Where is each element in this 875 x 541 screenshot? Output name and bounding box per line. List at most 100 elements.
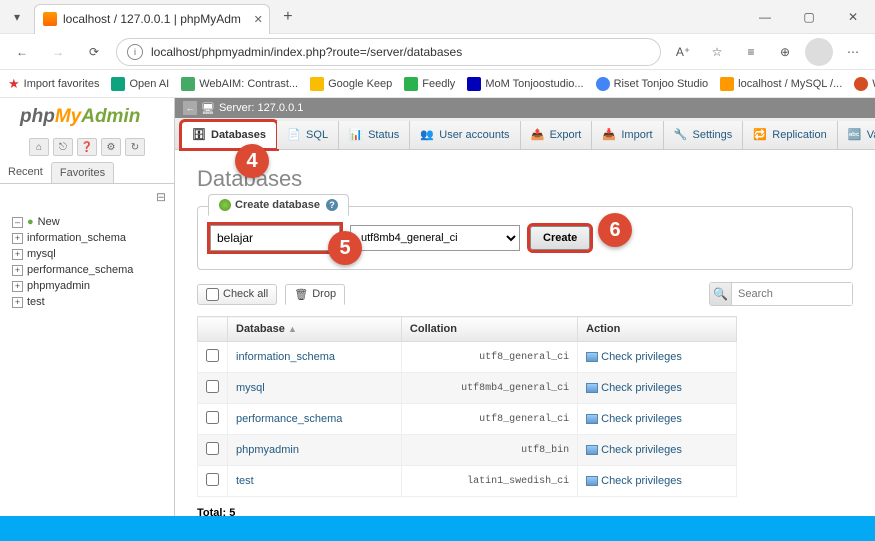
row-checkbox[interactable] — [206, 349, 219, 362]
phpmyadmin-logo: phpMyAdmin — [0, 102, 174, 134]
tab-import[interactable]: 📥Import — [592, 121, 663, 149]
collation-select[interactable]: utf8mb4_general_ci — [350, 225, 520, 251]
tree-db[interactable]: +mysql — [4, 246, 170, 262]
bookmark-item[interactable]: localhost / MySQL /... — [720, 77, 842, 91]
collapse-all-icon[interactable]: ⊟ — [156, 190, 166, 204]
tab-databases[interactable]: 🗄Databases — [181, 121, 277, 149]
expand-icon[interactable]: + — [12, 281, 23, 292]
filter-input[interactable] — [732, 283, 852, 305]
tab-title: localhost / 127.0.0.1 | phpMyAdm — [63, 12, 241, 26]
read-aloud-icon[interactable]: A⁺ — [669, 38, 697, 66]
check-all-checkbox[interactable] — [206, 288, 219, 301]
tree-db[interactable]: +test — [4, 294, 170, 310]
favicon-icon — [720, 77, 734, 91]
favicon-icon — [854, 77, 868, 91]
favorite-icon[interactable]: ☆ — [703, 38, 731, 66]
create-database-legend: Create database ? — [208, 194, 349, 216]
tab-user-accounts[interactable]: 👥User accounts — [410, 121, 520, 149]
collections-icon[interactable]: ⊕ — [771, 38, 799, 66]
settings-icon[interactable]: ⚙ — [101, 138, 121, 156]
db-link[interactable]: mysql — [236, 382, 265, 394]
bookmark-import[interactable]: ★Import favorites — [8, 76, 99, 92]
privileges-icon — [586, 445, 598, 455]
main-area: ← 🖥 Server: 127.0.0.1 🗄Databases 📄SQL 📊S… — [175, 98, 875, 541]
help-icon[interactable]: ? — [326, 199, 338, 211]
create-button[interactable]: Create — [530, 226, 590, 250]
check-privileges-link[interactable]: Check privileges — [601, 475, 682, 487]
tree-new[interactable]: –●New — [4, 214, 170, 230]
check-privileges-link[interactable]: Check privileges — [601, 444, 682, 456]
browser-toolbar: ← → ⟳ i localhost/phpmyadmin/index.php?r… — [0, 34, 875, 70]
row-checkbox[interactable] — [206, 380, 219, 393]
tree-db[interactable]: +phpmyadmin — [4, 278, 170, 294]
database-name-input[interactable] — [210, 225, 340, 251]
address-bar[interactable]: i localhost/phpmyadmin/index.php?route=/… — [116, 38, 661, 66]
drop-button[interactable]: 🗑Drop — [285, 284, 345, 305]
row-checkbox[interactable] — [206, 473, 219, 486]
more-menu-icon[interactable]: ⋯ — [839, 38, 867, 66]
tab-status[interactable]: 📊Status — [339, 121, 410, 149]
table-row: phpmyadmin utf8_bin Check privileges — [198, 435, 737, 466]
col-database[interactable]: Database ▲ — [228, 317, 402, 342]
minimize-button[interactable]: — — [743, 0, 787, 34]
expand-icon[interactable]: + — [12, 297, 23, 308]
favorites-bar-icon[interactable]: ≡ — [737, 38, 765, 66]
favicon-icon — [596, 77, 610, 91]
phpmyadmin-sidebar: phpMyAdmin ⌂ ⎋ ❓ ⚙ ↻ Recent Favorites ⊟ … — [0, 98, 175, 541]
bookmark-item[interactable]: WP Admin — [854, 77, 875, 91]
bookmark-item[interactable]: Google Keep — [310, 77, 392, 91]
collapse-panel-icon[interactable]: ← — [183, 101, 197, 115]
bookmark-item[interactable]: Open AI — [111, 77, 169, 91]
check-all-button[interactable]: Check all — [197, 284, 277, 305]
app-menu-icon[interactable]: ▾ — [0, 0, 34, 34]
annotation-badge-4: 4 — [235, 144, 269, 178]
tab-export[interactable]: 📤Export — [521, 121, 593, 149]
reload-nav-icon[interactable]: ↻ — [125, 138, 145, 156]
reload-button[interactable]: ⟳ — [80, 38, 108, 66]
check-privileges-link[interactable]: Check privileges — [601, 351, 682, 363]
close-window-button[interactable]: ✕ — [831, 0, 875, 34]
new-tab-button[interactable]: + — [274, 3, 302, 31]
tab-variables[interactable]: 🔤Variables — [838, 121, 875, 149]
logout-icon[interactable]: ⎋ — [53, 138, 73, 156]
row-checkbox[interactable] — [206, 411, 219, 424]
bookmark-item[interactable]: Riset Tonjoo Studio — [596, 77, 709, 91]
home-icon[interactable]: ⌂ — [29, 138, 49, 156]
db-link[interactable]: phpmyadmin — [236, 444, 299, 456]
tab-replication[interactable]: 🔁Replication — [743, 121, 837, 149]
maximize-button[interactable]: ▢ — [787, 0, 831, 34]
check-privileges-link[interactable]: Check privileges — [601, 382, 682, 394]
tab-sql[interactable]: 📄SQL — [277, 121, 339, 149]
privileges-icon — [586, 476, 598, 486]
check-privileges-link[interactable]: Check privileges — [601, 413, 682, 425]
bookmark-item[interactable]: MoM Tonjoostudio... — [467, 77, 583, 91]
expand-icon[interactable]: – — [12, 217, 23, 228]
export-icon: 📤 — [531, 128, 545, 142]
profile-avatar[interactable] — [805, 38, 833, 66]
db-link[interactable]: performance_schema — [236, 413, 342, 425]
expand-icon[interactable]: + — [12, 265, 23, 276]
tree-db[interactable]: +information_schema — [4, 230, 170, 246]
browser-tab[interactable]: localhost / 127.0.0.1 | phpMyAdm ✕ — [34, 4, 270, 34]
docs-icon[interactable]: ❓ — [77, 138, 97, 156]
table-row: performance_schemautf8_general_ciCheck p… — [198, 404, 737, 435]
tab-settings[interactable]: 🔧Settings — [664, 121, 744, 149]
site-info-icon[interactable]: i — [127, 44, 143, 60]
sidebar-tab-recent[interactable]: Recent — [0, 162, 51, 183]
back-button[interactable]: ← — [8, 38, 36, 66]
close-tab-icon[interactable]: ✕ — [254, 13, 263, 26]
col-collation[interactable]: Collation — [401, 317, 577, 342]
db-link[interactable]: test — [236, 475, 254, 487]
expand-icon[interactable]: + — [12, 233, 23, 244]
expand-icon[interactable]: + — [12, 249, 23, 260]
bookmark-item[interactable]: Feedly — [404, 77, 455, 91]
forward-button[interactable]: → — [44, 38, 72, 66]
collation-cell: utf8_bin — [401, 435, 577, 466]
server-breadcrumb: ← 🖥 Server: 127.0.0.1 — [175, 98, 875, 118]
bookmark-item[interactable]: WebAIM: Contrast... — [181, 77, 298, 91]
row-checkbox[interactable] — [206, 442, 219, 455]
table-row: testlatin1_swedish_ciCheck privileges — [198, 466, 737, 497]
sidebar-tab-favorites[interactable]: Favorites — [51, 162, 114, 183]
db-link[interactable]: information_schema — [236, 351, 335, 363]
tree-db[interactable]: +performance_schema — [4, 262, 170, 278]
